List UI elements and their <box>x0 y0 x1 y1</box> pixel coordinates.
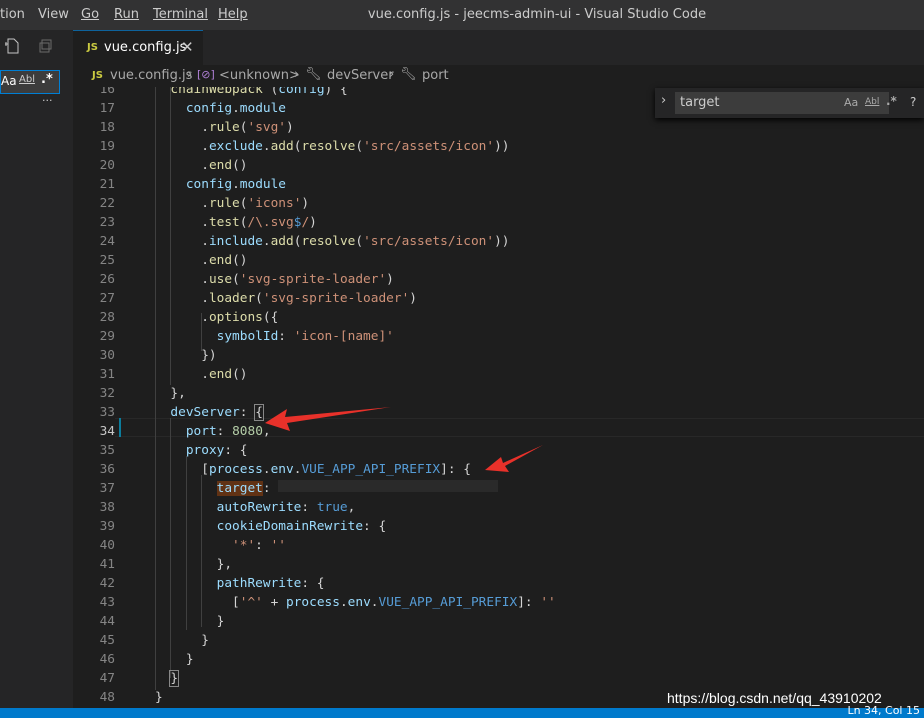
regex-icon[interactable]: .* <box>41 72 53 87</box>
red-arrow-icon <box>485 445 543 472</box>
variable-icon: [⊘] <box>197 68 215 81</box>
chevron-right-icon: › <box>389 67 395 82</box>
js-file-icon: JS <box>87 42 98 53</box>
cursor-position[interactable]: Ln 34, Col 15 <box>847 704 920 717</box>
new-file-icon[interactable] <box>5 38 21 54</box>
breadcrumb-symbol-port[interactable]: port <box>422 68 449 83</box>
match-case-icon[interactable]: Aa <box>1 74 17 88</box>
sidebar: Aa Abl .* ··· <box>0 30 73 708</box>
chevron-right-icon: › <box>187 67 193 82</box>
whole-word-icon[interactable]: Abl <box>19 74 35 85</box>
window-title: vue.config.js - jeecms-admin-ui - Visual… <box>367 7 707 22</box>
tab-label: vue.config.js <box>104 40 187 55</box>
no-results-text: ? <box>910 95 917 109</box>
chevron-right-icon[interactable]: › <box>661 93 666 108</box>
code-editor[interactable]: 16 17 18 19 20 21 22 23 24 25 26 27 28 29 30 31 32 33 34 35… <box>73 87 924 708</box>
match-case-icon[interactable]: Aa <box>844 96 858 109</box>
more-icon[interactable]: ··· <box>42 94 53 107</box>
find-input[interactable]: target Aa Abl .* <box>675 92 897 114</box>
sidebar-search-box[interactable]: Aa Abl .* <box>0 70 60 94</box>
chevron-right-icon: › <box>294 67 300 82</box>
breadcrumb-symbol-devserver[interactable]: devServer <box>327 68 394 83</box>
wrench-icon: 🔧︎ <box>400 67 417 82</box>
title-bar: tion View Go Run Terminal Help vue.confi… <box>0 0 924 30</box>
find-widget: › target Aa Abl .* ? <box>655 88 924 118</box>
status-bar: Ln 34, Col 15 <box>0 704 924 718</box>
red-arrow-icon <box>265 407 391 431</box>
annotation-arrows <box>265 407 543 472</box>
tab-vue-config[interactable]: JS vue.config.js ✕ <box>73 30 203 65</box>
breadcrumb-file[interactable]: vue.config.js <box>110 68 192 83</box>
find-input-value: target <box>680 95 720 110</box>
close-icon[interactable]: ✕ <box>181 38 194 56</box>
tab-bar: JS vue.config.js ✕ <box>73 30 924 65</box>
wrench-icon: 🔧︎ <box>305 67 322 82</box>
regex-icon[interactable]: .* <box>886 94 897 108</box>
js-file-icon: JS <box>92 70 103 81</box>
collapse-all-icon[interactable] <box>38 38 54 54</box>
whole-word-icon[interactable]: Abl <box>865 97 879 107</box>
breadcrumb-symbol-unknown[interactable]: <unknown> <box>219 68 300 83</box>
breadcrumb: JS vue.config.js › [⊘] <unknown> › 🔧︎ de… <box>73 65 924 87</box>
